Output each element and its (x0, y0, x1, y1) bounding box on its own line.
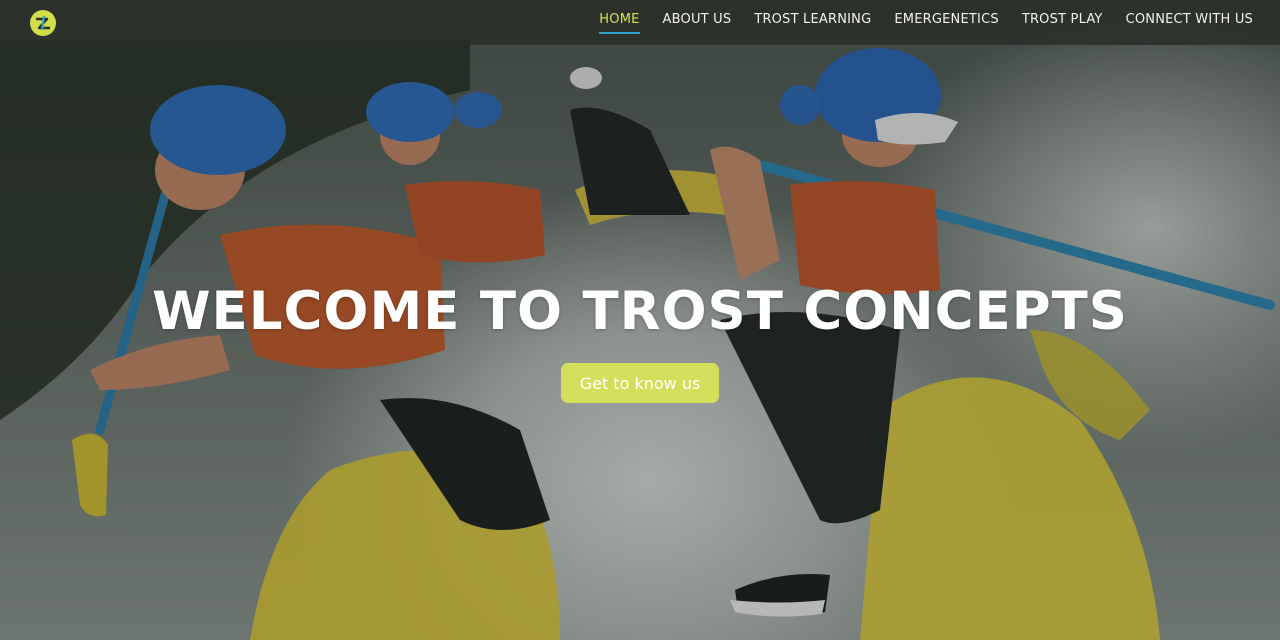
top-navigation-bar: HOME ABOUT US TROST LEARNING EMERGENETIC… (0, 0, 1280, 45)
trost-concepts-logo-icon[interactable] (30, 9, 56, 36)
get-to-know-us-button[interactable]: Get to know us (560, 363, 720, 403)
logo-mark-icon (36, 15, 50, 30)
main-navigation: HOME ABOUT US TROST LEARNING EMERGENETIC… (599, 11, 1253, 34)
hero-content: WELCOME TO TROST CONCEPTS Get to know us (0, 278, 1280, 403)
nav-connect-with-us-link[interactable]: CONNECT WITH US (1126, 11, 1253, 34)
nav-emergenetics-link[interactable]: EMERGENETICS (894, 11, 998, 34)
nav-about-us-link[interactable]: ABOUT US (663, 11, 732, 34)
hero-section: HOME ABOUT US TROST LEARNING EMERGENETIC… (0, 0, 1280, 640)
hero-title: WELCOME TO TROST CONCEPTS (152, 281, 1128, 342)
nav-trost-play-link[interactable]: TROST PLAY (1022, 11, 1103, 34)
nav-trost-learning-link[interactable]: TROST LEARNING (754, 11, 871, 34)
nav-home-link[interactable]: HOME (599, 11, 640, 34)
